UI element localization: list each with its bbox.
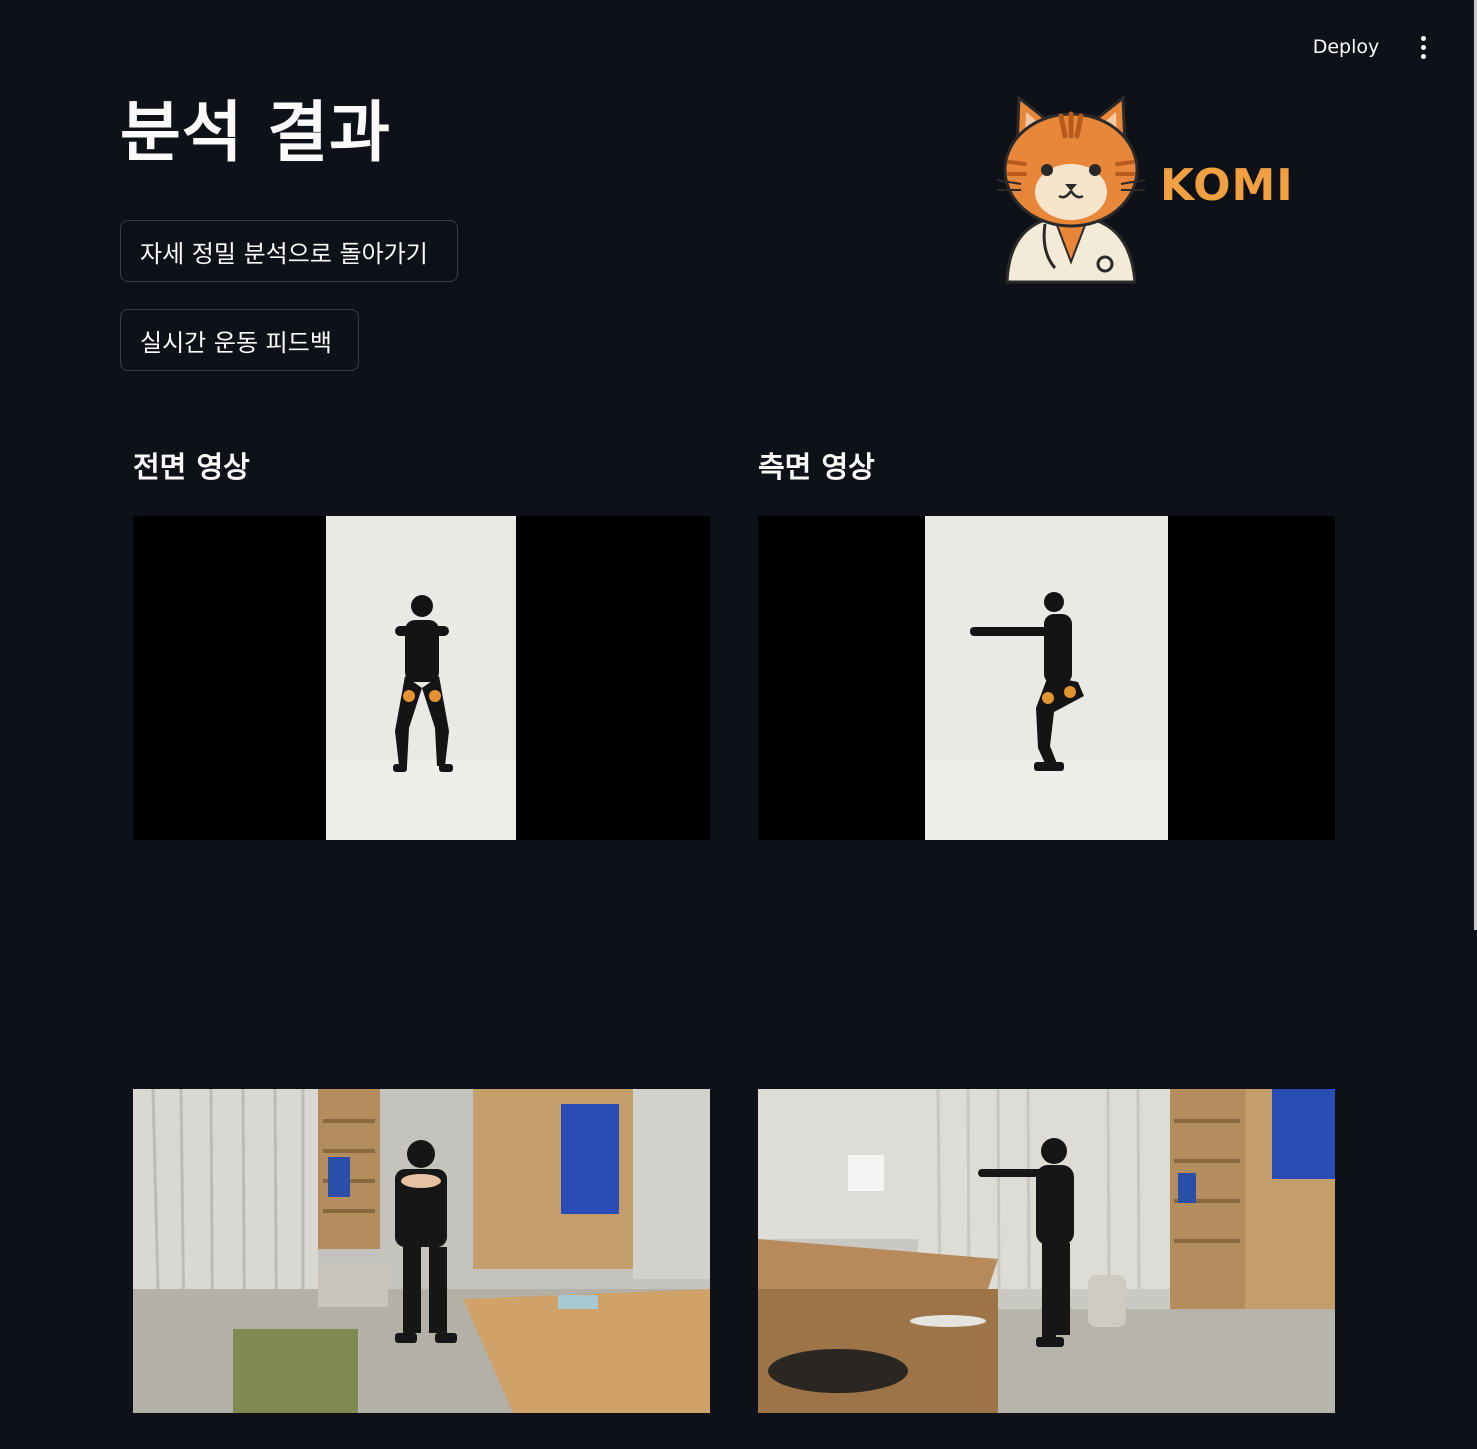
app-page: Deploy 분석 결과 자세 정밀 분석으로 돌아가기 실시간 운동 피드백 xyxy=(0,0,1477,1449)
front-reference-video[interactable] xyxy=(133,516,710,840)
kebab-vertical-icon xyxy=(1420,35,1426,41)
live-feedback-button[interactable]: 실시간 운동 피드백 xyxy=(120,309,359,371)
side-user-video[interactable] xyxy=(758,1089,1335,1413)
deploy-button[interactable]: Deploy xyxy=(1300,30,1392,64)
front-user-video[interactable] xyxy=(133,1089,710,1413)
side-video-title: 측면 영상 xyxy=(758,450,875,484)
back-to-analysis-button[interactable]: 자세 정밀 분석으로 돌아가기 xyxy=(120,220,458,282)
main-menu-button[interactable] xyxy=(1406,30,1440,64)
page-title: 분석 결과 xyxy=(120,94,391,171)
side-reference-video[interactable] xyxy=(758,516,1335,840)
logo-text: KOMI xyxy=(1160,160,1294,211)
front-video-title: 전면 영상 xyxy=(133,450,250,484)
